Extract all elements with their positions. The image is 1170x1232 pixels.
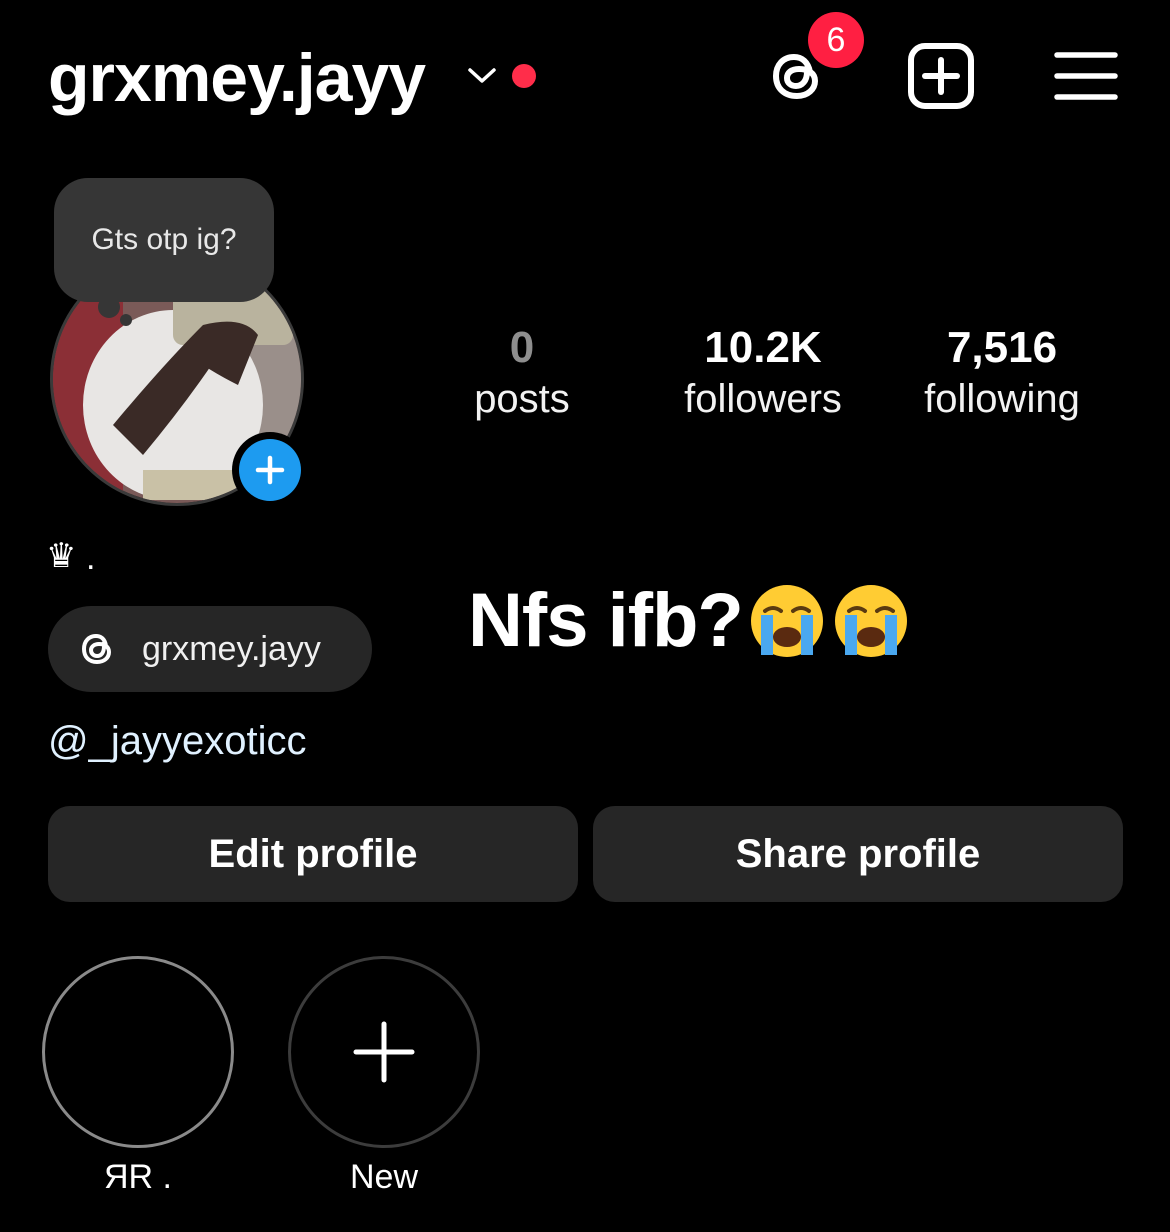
highlight-label: ЯR . xyxy=(104,1158,172,1196)
bio-headline: Nfs ifb? xyxy=(468,578,911,664)
following-label: following xyxy=(924,377,1080,421)
share-profile-button[interactable]: Share profile xyxy=(593,806,1123,902)
threads-profile-link[interactable]: grxmey.jayy xyxy=(48,606,372,692)
new-highlight-label: New xyxy=(349,1158,419,1196)
threads-handle: grxmey.jayy xyxy=(142,629,321,668)
bio-mention-link[interactable]: @_jayyexoticc xyxy=(48,716,306,766)
plus-square-icon xyxy=(908,43,974,109)
note-tail xyxy=(98,296,120,318)
new-highlight-button[interactable] xyxy=(288,956,480,1148)
create-post-button[interactable] xyxy=(906,42,976,110)
following-stat[interactable]: 7,516 following xyxy=(910,322,1094,424)
edit-profile-button[interactable]: Edit profile xyxy=(48,806,578,902)
bio-name-suffix: . xyxy=(86,539,96,577)
plus-icon xyxy=(255,455,285,485)
followers-count: 10.2K xyxy=(704,323,822,372)
add-story-button[interactable] xyxy=(232,432,308,508)
posts-stat[interactable]: 0 posts xyxy=(462,322,582,424)
threads-notification-badge: 6 xyxy=(808,12,864,68)
note-tail-small xyxy=(120,314,132,326)
story-highlight[interactable] xyxy=(42,956,234,1148)
posts-label: posts xyxy=(474,377,570,421)
profile-note-bubble[interactable]: Gts otp ig? xyxy=(54,178,274,302)
posts-count: 0 xyxy=(509,323,535,372)
following-count: 7,516 xyxy=(946,323,1058,372)
plus-icon xyxy=(353,1021,415,1083)
profile-username[interactable]: grxmey.jayy xyxy=(48,38,426,118)
followers-stat[interactable]: 10.2K followers xyxy=(670,322,856,424)
notification-dot xyxy=(512,64,536,88)
hamburger-menu-icon xyxy=(1054,52,1118,100)
bio-headline-text: Nfs ifb? xyxy=(468,578,744,663)
crying-face-emoji-icon xyxy=(834,585,907,657)
chevron-down-icon[interactable] xyxy=(466,62,498,88)
crying-face-emoji-icon xyxy=(750,585,823,657)
followers-label: followers xyxy=(684,377,842,421)
threads-icon xyxy=(81,633,112,665)
menu-button[interactable] xyxy=(1054,50,1118,102)
crown-icon: ♛ xyxy=(46,537,77,575)
